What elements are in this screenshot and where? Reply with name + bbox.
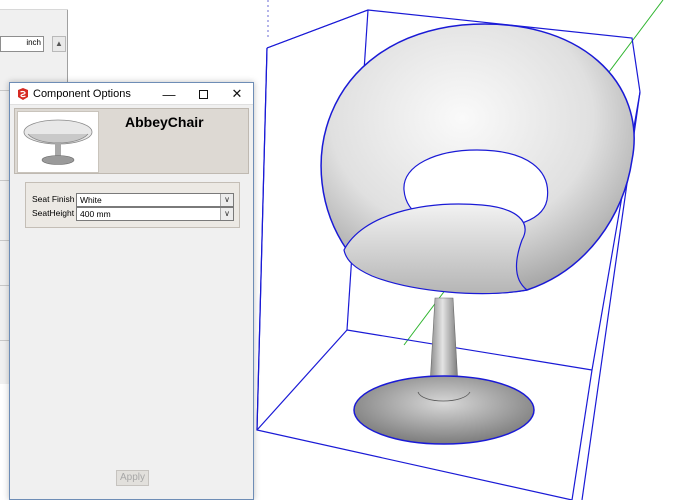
- option-row-seat-finish: Seat Finish White ∨: [26, 193, 239, 207]
- component-thumbnail: [17, 111, 99, 173]
- close-icon: ✕: [231, 86, 243, 101]
- seat-height-value: 400 mm: [80, 209, 111, 219]
- component-header: AbbeyChair: [14, 108, 249, 174]
- unit-field[interactable]: inch: [0, 36, 44, 52]
- seat-finish-select[interactable]: White ∨: [76, 193, 234, 207]
- component-name: AbbeyChair: [125, 114, 204, 130]
- chair-thumbnail-icon: [23, 119, 93, 165]
- chevron-down-icon[interactable]: ∨: [220, 208, 233, 220]
- component-options-panel: Seat Finish White ∨ SeatHeight 400 mm ∨: [25, 182, 240, 228]
- dialog-title: Component Options: [33, 88, 131, 100]
- close-button[interactable]: ✕: [220, 83, 254, 105]
- seat-height-label: SeatHeight: [32, 208, 75, 218]
- seat-finish-label: Seat Finish: [32, 194, 75, 204]
- minimize-icon: —: [162, 86, 176, 102]
- option-row-seat-height: SeatHeight 400 mm ∨: [26, 207, 239, 221]
- maximize-icon: [198, 89, 208, 99]
- dialog-titlebar[interactable]: Component Options — ✕: [10, 83, 253, 105]
- apply-button[interactable]: Apply: [116, 470, 149, 486]
- maximize-button[interactable]: [186, 83, 220, 105]
- minimize-button[interactable]: —: [152, 83, 186, 105]
- chair-model-drawing: [256, 0, 664, 500]
- chevron-down-icon[interactable]: ∨: [220, 194, 233, 206]
- unit-scroll-arrow[interactable]: ▲: [52, 36, 66, 52]
- component-options-dialog: Component Options — ✕ AbbeyChair Seat Fi…: [9, 82, 254, 500]
- sketchup-app-icon: [18, 88, 28, 100]
- panel-top-strip: [0, 0, 68, 10]
- seat-height-select[interactable]: 400 mm ∨: [76, 207, 234, 221]
- model-viewport[interactable]: [252, 0, 678, 500]
- seat-finish-value: White: [80, 195, 102, 205]
- chair-base: [353, 375, 535, 445]
